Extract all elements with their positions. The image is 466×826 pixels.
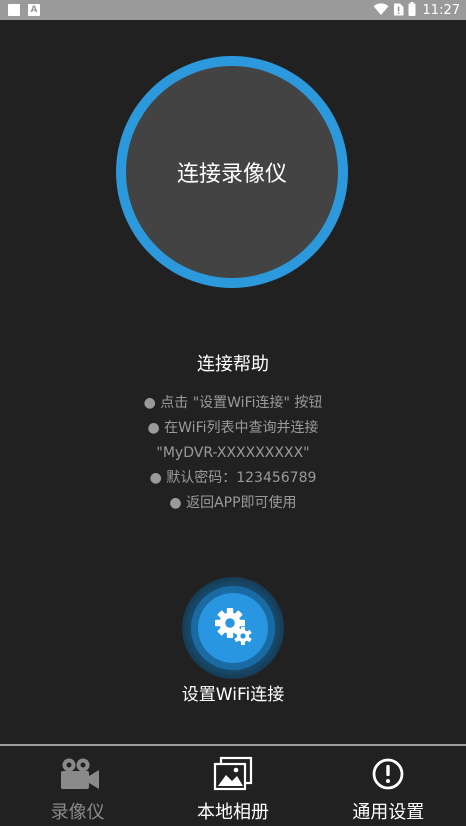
help-line: ● 点击 "设置WiFi连接" 按钮	[143, 395, 323, 411]
wifi-settings-label[interactable]: 设置WiFi连接	[0, 680, 466, 705]
help-line: ● 返回APP即可使用	[169, 495, 297, 511]
wifi-settings-button[interactable]	[182, 577, 284, 679]
help-line: "MyDVR-XXXXXXXXX"	[156, 445, 310, 461]
gears-icon	[210, 603, 256, 653]
video-camera-icon	[55, 756, 101, 792]
help-title: 连接帮助	[197, 354, 269, 375]
nav-item-general-settings[interactable]: 通用设置	[311, 746, 466, 826]
photo-album-icon	[210, 756, 256, 792]
nav-item-local-album[interactable]: 本地相册	[155, 746, 310, 826]
connect-recorder-inner: 连接录像仪	[126, 66, 338, 278]
wifi-settings-button-ring	[191, 586, 275, 670]
app-screen: A 11:27 连接录像仪 连接帮助 ● 点击 "设置WiFi连接" 按钮 ● …	[0, 0, 466, 826]
connect-recorder-label: 连接录像仪	[176, 162, 287, 187]
help-line: ● 默认密码：123456789	[149, 470, 317, 486]
notification-a-icon: A	[28, 4, 40, 16]
nav-item-recorder[interactable]: 录像仪	[0, 746, 155, 826]
battery-icon	[408, 1, 416, 20]
status-bar: A 11:27	[0, 0, 466, 20]
status-bar-left: A	[8, 4, 40, 16]
help-line: ● 在WiFi列表中查询并连接	[147, 420, 319, 436]
connect-recorder-button[interactable]: 连接录像仪	[116, 56, 348, 288]
wifi-settings-button-core	[198, 593, 268, 663]
nav-label-recorder: 录像仪	[50, 802, 105, 823]
notification-square-icon	[8, 4, 20, 16]
nav-label-general-settings: 通用设置	[352, 802, 425, 823]
sim-warning-icon	[393, 1, 404, 20]
status-time: 11:27	[422, 2, 460, 18]
status-bar-right: 11:27	[373, 1, 460, 20]
bottom-nav: 录像仪 本地相册 通用设置	[0, 746, 466, 826]
wifi-icon	[373, 1, 389, 20]
nav-label-local-album: 本地相册	[196, 802, 269, 823]
help-instructions: ● 点击 "设置WiFi连接" 按钮 ● 在WiFi列表中查询并连接 "MyDV…	[0, 391, 466, 516]
info-circle-icon	[365, 756, 411, 792]
